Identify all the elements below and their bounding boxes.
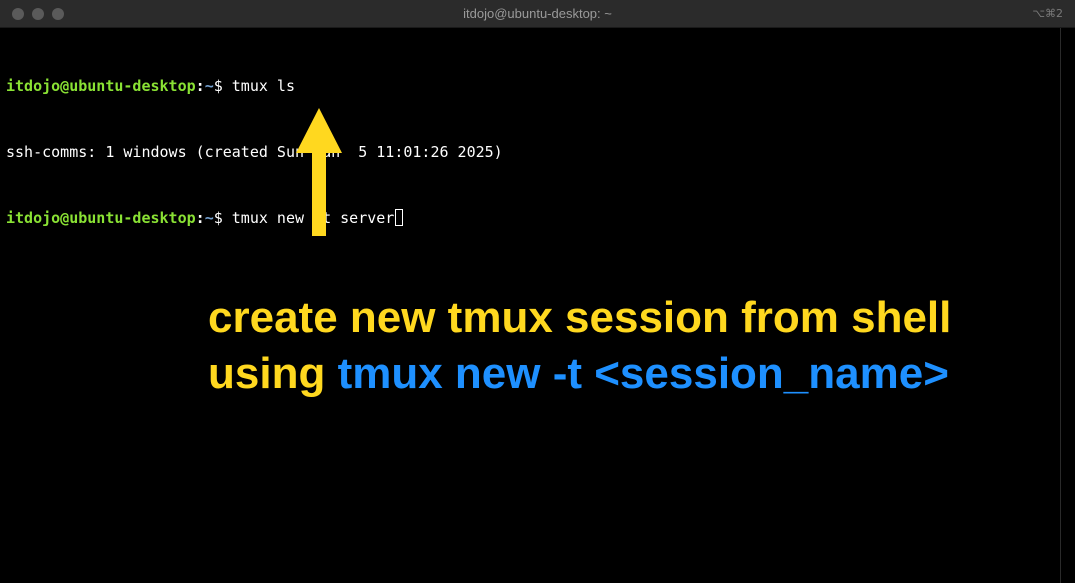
arrow-up-icon [296,108,342,236]
prompt-symbol: $ [213,77,232,95]
scrollbar-track[interactable] [1060,28,1061,583]
window-shortcut: ⌥⌘2 [1032,7,1063,20]
terminal-window: itdojo@ubuntu-desktop: ~ ⌥⌘2 itdojo@ubun… [0,0,1075,583]
prompt-user-host: itdojo@ubuntu-desktop [6,77,196,95]
prompt-symbol: $ [213,209,232,227]
command-text: tmux ls [231,77,295,95]
prompt-path: ~ [204,77,214,95]
window-title: itdojo@ubuntu-desktop: ~ [463,6,612,21]
text-cursor [395,209,404,226]
terminal-line: itdojo@ubuntu-desktop:~$ tmux new -t ser… [6,207,503,229]
prompt-user-host: itdojo@ubuntu-desktop [6,209,196,227]
terminal-line: itdojo@ubuntu-desktop:~$ tmux ls [6,75,503,97]
annotation-caption: create new tmux session from shell using… [208,290,951,402]
terminal-output[interactable]: itdojo@ubuntu-desktop:~$ tmux ls ssh-com… [6,31,503,273]
annotation-prefix: using [208,349,338,398]
annotation-command: tmux new -t <session_name> [337,349,949,398]
terminal-line: ssh-comms: 1 windows (created Sun Jan 5 … [6,141,503,163]
prompt-colon: : [195,77,205,95]
command-output: ssh-comms: 1 windows (created Sun Jan 5 … [6,143,503,161]
prompt-path: ~ [204,209,214,227]
annotation-line-2: using tmux new -t <session_name> [208,346,951,402]
annotation-line-1: create new tmux session from shell [208,293,952,342]
prompt-colon: : [195,209,205,227]
title-bar[interactable]: itdojo@ubuntu-desktop: ~ ⌥⌘2 [0,0,1075,28]
